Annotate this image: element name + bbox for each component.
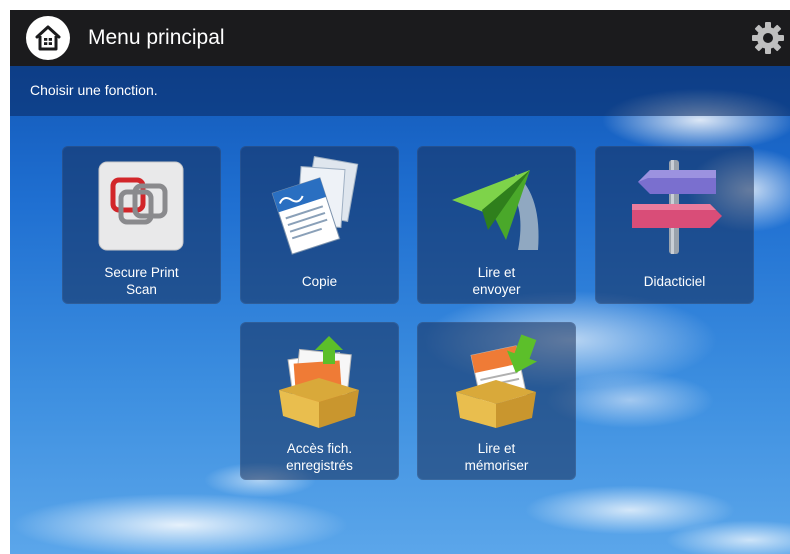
tile-label-text: Didacticiel (643, 273, 706, 289)
tile-label-text: Secure Print Scan (104, 265, 179, 297)
tile-label: Lire et mémoriser (421, 438, 572, 476)
top-bar: Menu principal (10, 10, 790, 66)
scan-store-box-icon (456, 334, 538, 428)
tile-access-stored-files[interactable]: Accès fich. enregistrés (240, 322, 399, 480)
main-menu-screen: Menu principal Choisir une fonction. Sec… (10, 10, 790, 554)
tile-copy[interactable]: Copie (240, 146, 399, 304)
tile-label: Didacticiel (599, 262, 750, 300)
page-title: Menu principal (88, 26, 225, 49)
tile-label-text: Lire et envoyer (472, 265, 521, 297)
tile-label-text: Accès fich. enregistrés (286, 441, 353, 473)
home-icon (35, 25, 61, 51)
tile-secure-print-scan[interactable]: Secure Print Scan (62, 146, 221, 304)
tile-tutorial[interactable]: Didacticiel (595, 146, 754, 304)
tile-scan-and-send[interactable]: Lire et envoyer (417, 146, 576, 304)
tile-label: Accès fich. enregistrés (244, 438, 395, 476)
home-button[interactable] (26, 16, 70, 60)
gear-icon (752, 22, 784, 54)
instruction-text: Choisir une fonction. (30, 82, 158, 98)
tile-label-text: Lire et mémoriser (464, 441, 529, 473)
paper-plane-icon (452, 170, 539, 250)
tile-label: Lire et envoyer (421, 262, 572, 300)
instruction-bar: Choisir une fonction. (10, 66, 790, 116)
tile-label-text: Copie (301, 273, 338, 289)
copy-icon (271, 156, 359, 255)
tile-label: Secure Print Scan (66, 262, 217, 300)
stored-files-box-icon (279, 336, 359, 428)
settings-button[interactable] (750, 20, 786, 56)
tile-scan-and-store[interactable]: Lire et mémoriser (417, 322, 576, 480)
signpost-icon (632, 160, 722, 254)
secure-print-scan-icon (98, 161, 184, 251)
tile-label: Copie (244, 262, 395, 300)
